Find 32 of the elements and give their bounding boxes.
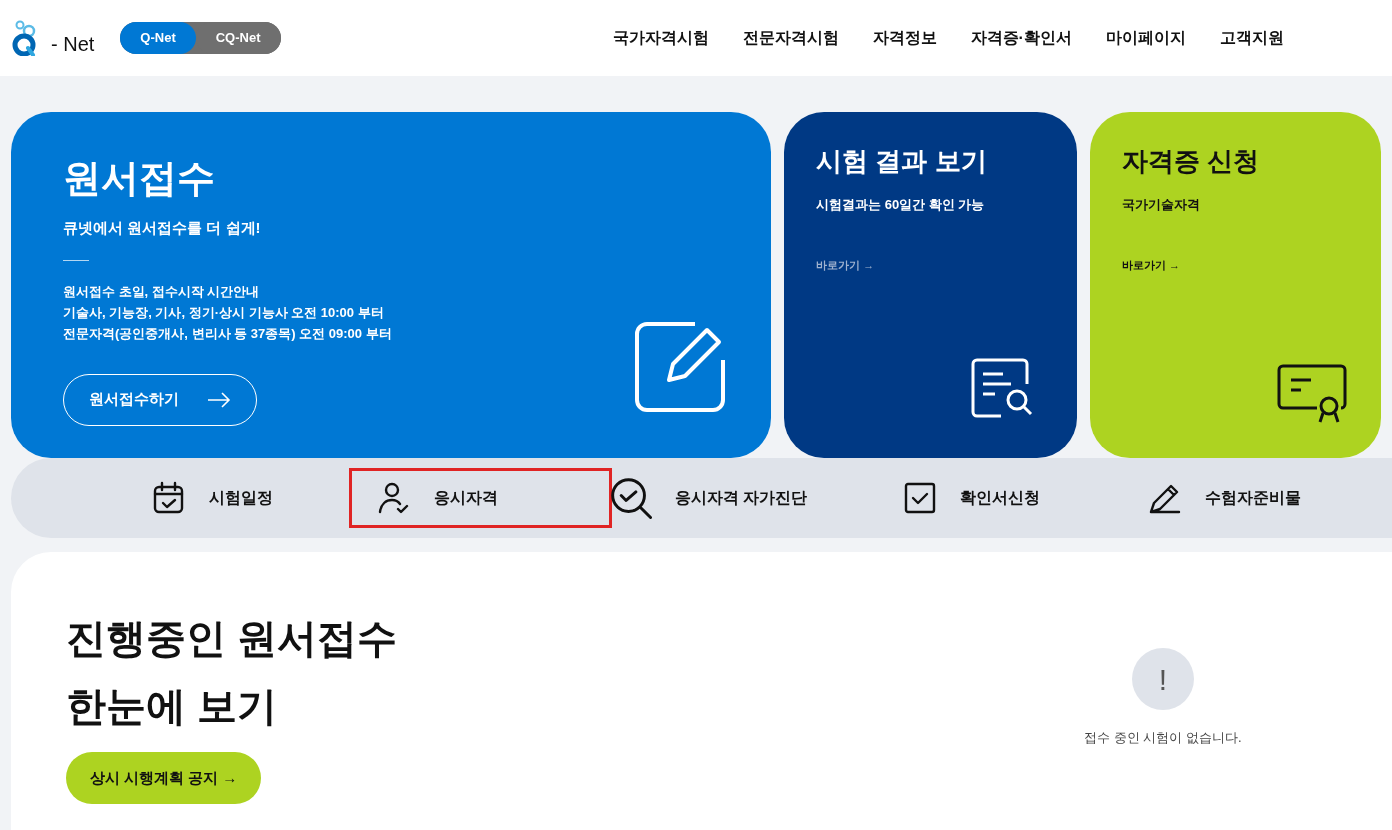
info-line: 전문자격(공인중개사, 변리사 등 37종목) 오전 09:00 부터 [63,324,393,343]
card-title: 원서접수 [63,156,216,201]
card-subtitle: 큐넷에서 원서접수를 더 쉽게! [63,218,262,238]
checkbox-icon [902,480,938,516]
nav-link[interactable]: 자격증·확인서 [970,26,1072,50]
arrow-icon [207,391,231,408]
card-title: 자격증 신청 [1122,145,1261,178]
certificate-icon [1277,364,1347,424]
logo-text: - Net [51,34,95,54]
notice-button[interactable]: 상시 시행계획 공지 → [66,752,261,804]
quick-link[interactable]: 수험자준비물 [1147,471,1317,525]
nav-link[interactable]: 전문자격시험 [742,26,839,50]
quick-link[interactable]: 응시자격 자가진단 [609,471,902,525]
empty-message: 접수 중인 시험이 없습니다. [1084,729,1242,747]
quick-link[interactable]: 확인서신청 [902,471,1147,525]
nav-link[interactable]: 자격정보 [872,26,937,50]
section-title: 진행중인 원서접수 [66,615,398,662]
search-check-icon [609,476,653,520]
card-title: 시험 결과 보기 [816,145,988,178]
nav-link[interactable]: 고객지원 [1219,26,1284,50]
shortcut-link[interactable]: 바로가기 → [1122,256,1349,273]
nav-link[interactable]: 마이페이지 [1105,26,1186,50]
card-subtitle: 시험결과는 60일간 확인 가능 [816,196,986,214]
site-tab[interactable]: Q-Net [120,22,196,54]
section-title: 한눈에 보기 [66,683,279,730]
info-line: 기술사, 기능장, 기사, 정기·상시 기능사 오전 10:00 부터 [63,303,385,322]
nav-link[interactable]: 국가자격시험 [612,26,709,50]
info-line: 원서접수 초일, 접수시작 시간안내 [63,282,261,301]
card-subtitle: 국가기술자격 [1122,196,1202,214]
alert-icon: ! [1132,648,1194,710]
edit-icon [635,322,728,412]
shortcut-link[interactable]: 바로가기 → [816,256,1046,273]
